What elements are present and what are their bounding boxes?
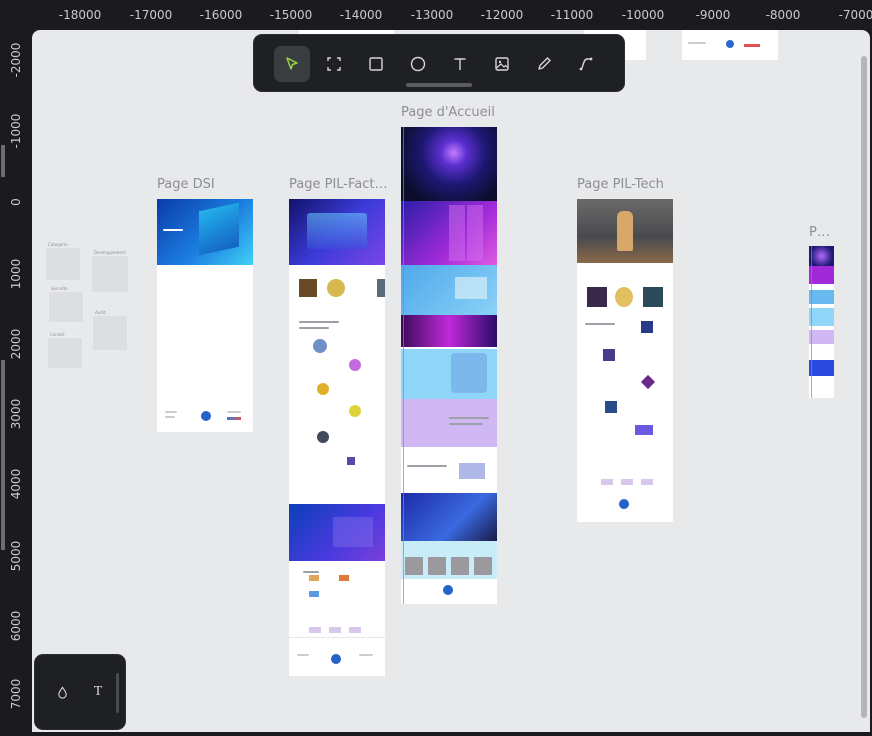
logo	[331, 654, 341, 664]
ruler-y-tick: 0	[9, 198, 23, 206]
board-page-partial[interactable]	[809, 246, 834, 398]
path-tool-button[interactable]	[568, 46, 604, 82]
ruler-x-tick: -16000	[199, 8, 243, 22]
ruler-y-tick: 6000	[9, 610, 23, 642]
floating-card[interactable]: Categorie	[46, 242, 80, 280]
floating-card[interactable]: Conseil	[48, 332, 82, 368]
ruler-y-tick: 5000	[9, 540, 23, 572]
image-icon	[495, 57, 509, 71]
rectangle-tool-button[interactable]	[358, 46, 394, 82]
logo	[201, 411, 211, 421]
ruler-x-tick: -9000	[695, 8, 731, 22]
frame-icon	[327, 57, 341, 71]
pointer-icon	[286, 57, 298, 70]
logo	[443, 585, 453, 595]
drop-icon	[57, 685, 67, 699]
color-palette-button[interactable]	[51, 681, 73, 703]
ruler-y-tick: -2000	[9, 42, 23, 78]
floating-card[interactable]: Audit	[93, 310, 127, 350]
ruler-x-tick: -15000	[269, 8, 313, 22]
path-icon	[579, 57, 593, 71]
vertical-ruler[interactable]: -2000 -1000 0 1000 2000 3000 4000 5000 6…	[0, 30, 32, 736]
text-tool-button[interactable]	[442, 46, 478, 82]
toolbar-drag-handle[interactable]	[406, 83, 472, 87]
board-page-pil-fact[interactable]	[289, 199, 385, 676]
text-palette-button[interactable]: T	[87, 681, 109, 703]
board-page-dsi[interactable]	[157, 199, 253, 432]
ruler-y-tick: 3000	[9, 398, 23, 430]
ruler-x-tick: -18000	[58, 8, 102, 22]
frame-tool-button[interactable]	[316, 46, 352, 82]
vertical-scrollbar[interactable]	[861, 56, 867, 718]
ruler-selection-marker	[1, 145, 5, 177]
ruler-y-tick: 1000	[9, 258, 23, 290]
ruler-selection-marker	[1, 360, 5, 550]
tools-toolbar	[253, 34, 625, 92]
design-canvas[interactable]: Categorie Developpement Securite Audit C…	[32, 30, 870, 732]
floating-card[interactable]: Securite	[49, 286, 83, 322]
ruler-x-tick: -7000	[838, 8, 872, 22]
pen-tool-button[interactable]	[526, 46, 562, 82]
board-page-accueil[interactable]	[401, 127, 497, 604]
board-title-dsi[interactable]: Page DSI	[157, 177, 215, 192]
rectangle-icon	[369, 57, 383, 71]
section-banner	[401, 315, 497, 347]
section-banner	[401, 493, 497, 541]
bottom-palette: T	[34, 654, 126, 730]
palette-scrollbar[interactable]	[116, 673, 119, 713]
board-title-pil-fact[interactable]: Page PIL-Fact…	[289, 177, 387, 192]
ruler-x-tick: -12000	[480, 8, 524, 22]
hero-image	[401, 127, 497, 201]
pen-icon	[538, 57, 551, 70]
board-title-accueil[interactable]: Page d'Accueil	[401, 105, 495, 120]
ruler-x-tick: -17000	[129, 8, 173, 22]
ruler-x-tick: -13000	[410, 8, 454, 22]
horizontal-ruler[interactable]: -18000 -17000 -16000 -15000 -14000 -1300…	[32, 0, 872, 30]
ruler-y-tick: 4000	[9, 468, 23, 500]
ruler-x-tick: -14000	[339, 8, 383, 22]
board-title-partial[interactable]: P…	[809, 225, 830, 240]
ruler-y-tick: 7000	[9, 678, 23, 710]
ellipse-icon	[410, 56, 426, 72]
board-title-pil-tech[interactable]: Page PIL-Tech	[577, 177, 664, 192]
ruler-y-tick: -1000	[9, 113, 23, 149]
select-tool-button[interactable]	[274, 46, 310, 82]
text-icon	[454, 58, 466, 70]
ruler-x-tick: -10000	[621, 8, 665, 22]
ruler-x-tick: -8000	[765, 8, 801, 22]
ruler-x-tick: -11000	[550, 8, 594, 22]
design-app: -18000 -17000 -16000 -15000 -14000 -1300…	[0, 0, 872, 736]
logo	[619, 499, 629, 509]
floating-card[interactable]: Developpement	[92, 250, 128, 292]
board-page-pil-tech[interactable]	[577, 199, 673, 522]
board-offscreen-top[interactable]	[682, 30, 778, 60]
image-tool-button[interactable]	[484, 46, 520, 82]
ruler-y-tick: 2000	[9, 328, 23, 360]
ellipse-tool-button[interactable]	[400, 46, 436, 82]
